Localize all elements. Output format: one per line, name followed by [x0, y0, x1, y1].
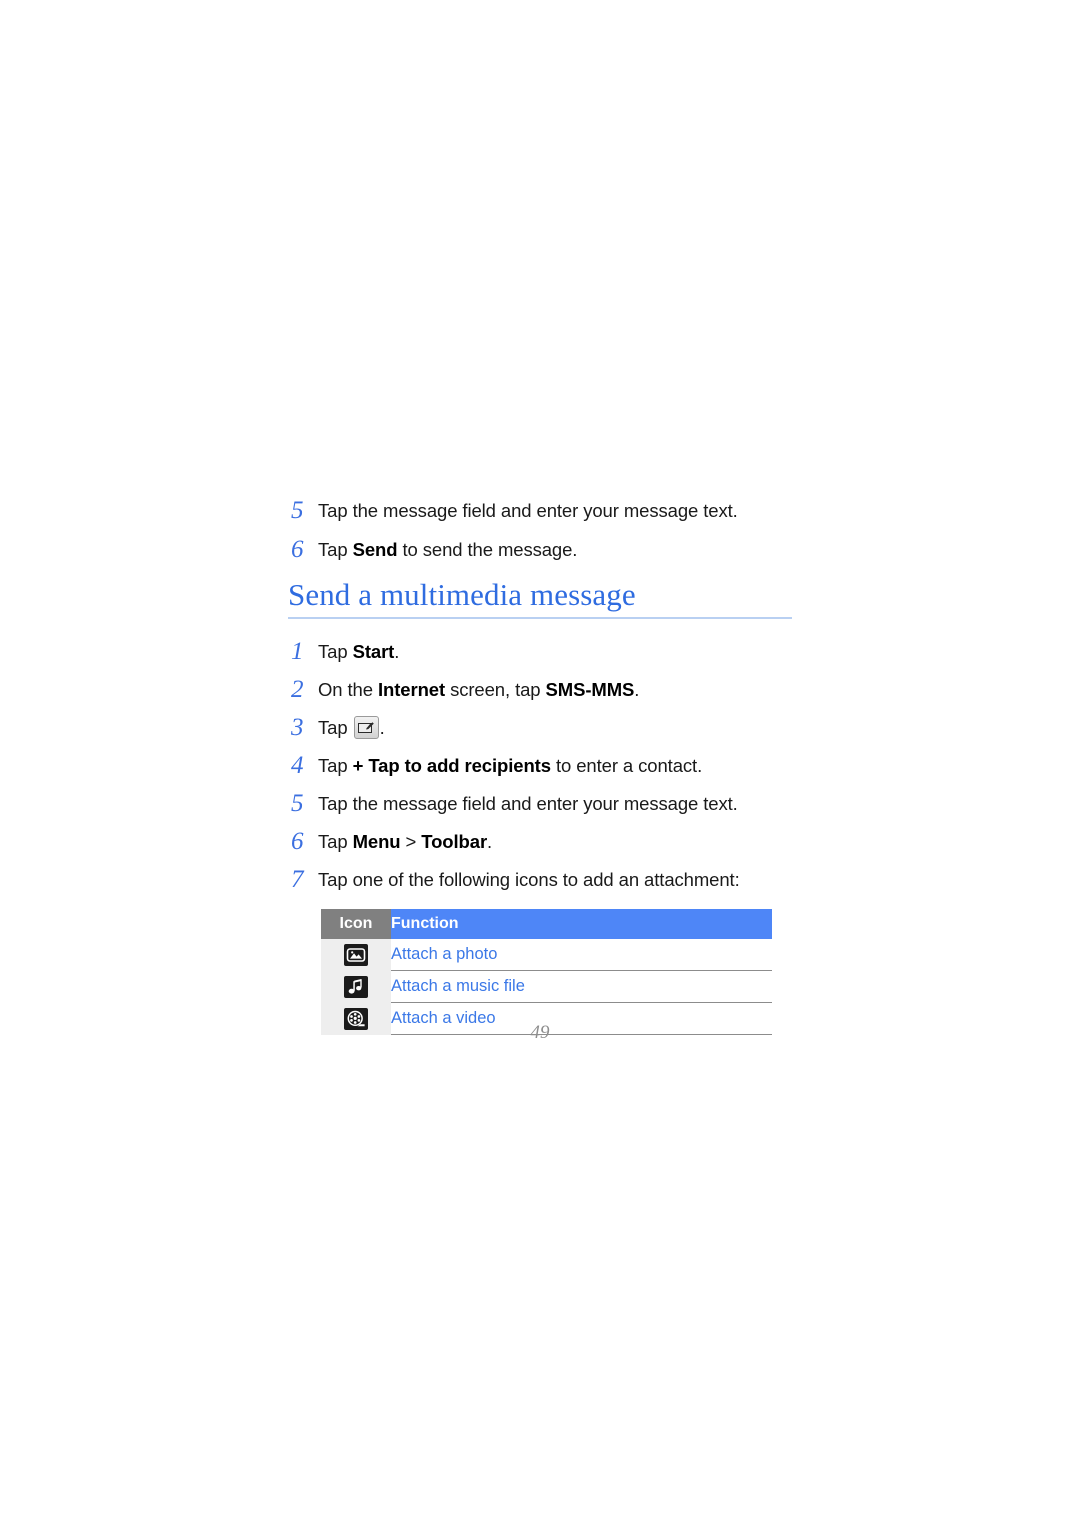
music-note-icon-badge: [344, 975, 368, 998]
step-item: 5 Tap the message field and enter your me…: [288, 791, 792, 817]
music-note-icon: [348, 978, 362, 994]
step-item: 6 Tap Menu > Toolbar.: [288, 829, 792, 855]
step-text: Tap one of the following icons to add an…: [318, 869, 740, 890]
page-number: 49: [530, 1022, 550, 1043]
page-content: 5 Tap the message field and enter your me…: [288, 498, 792, 1035]
step-number: 5: [291, 790, 304, 817]
photo-icon-badge: [344, 943, 368, 966]
column-header-function: Function: [391, 909, 772, 939]
step-number: 4: [291, 752, 304, 779]
emphasis-text: Menu: [352, 831, 401, 852]
table-header: Icon Function: [321, 909, 772, 939]
step-text: Tap Send to send the message.: [318, 539, 578, 560]
step-item: 5 Tap the message field and enter your me…: [288, 498, 792, 524]
attachment-icon-table: Icon Function Attach a photo Attach a mus…: [321, 909, 772, 1035]
step-text: Tap Menu > Toolbar.: [318, 831, 493, 852]
step-item: 1 Tap Start.: [288, 639, 792, 665]
step-number: 1: [291, 638, 304, 665]
compose-message-icon: [353, 716, 379, 739]
section-heading-block: Send a multimedia message: [288, 577, 792, 619]
step-number: 5: [291, 497, 304, 524]
document-page: 5 Tap the message field and enter your me…: [0, 0, 1080, 1527]
step-text: On the Internet screen, tap SMS-MMS.: [318, 679, 640, 700]
step-text: Tap the message field and enter your mes…: [318, 793, 738, 814]
table-row: Attach a photo: [321, 939, 772, 971]
step-text: Tap + Tap to add recipients to enter a c…: [318, 755, 703, 776]
step-item: 7 Tap one of the following icons to add a…: [288, 867, 792, 893]
step-text: Tap the message field and enter your mes…: [318, 500, 738, 521]
table-header-row: Icon Function: [321, 909, 772, 939]
table-cell-icon: [321, 939, 391, 971]
step-item: 2 On the Internet screen, tap SMS-MMS.: [288, 677, 792, 703]
step-number: 7: [291, 866, 304, 893]
pencil-glyph: [366, 721, 374, 730]
step-text: Tap .: [318, 716, 385, 739]
step-number: 2: [291, 676, 304, 703]
step-number: 6: [291, 828, 304, 855]
column-header-icon: Icon: [321, 909, 391, 939]
table-cell-function: Attach a music file: [391, 970, 772, 1003]
heading-divider: [288, 617, 792, 619]
table-cell-icon: [321, 970, 391, 1003]
step-item: 3 Tap .: [288, 715, 792, 741]
step-item: 6 Tap Send to send the message.: [288, 537, 792, 563]
emphasis-text: SMS-MMS: [545, 679, 635, 700]
emphasis-text: Toolbar: [421, 831, 488, 852]
table-cell-function: Attach a photo: [391, 939, 772, 971]
step-text: Tap Start.: [318, 641, 400, 662]
step-number: 6: [291, 536, 304, 563]
emphasis-text: Send: [352, 539, 398, 560]
top-step-list: 5 Tap the message field and enter your me…: [288, 498, 792, 563]
emphasis-text: Internet: [377, 679, 446, 700]
step-item: 4 Tap + Tap to add recipients to enter a …: [288, 753, 792, 779]
procedure-step-list: 1 Tap Start. 2 On the Internet screen, tap …: [288, 639, 792, 893]
emphasis-text: + Tap to add recipients: [352, 755, 551, 776]
step-number: 3: [291, 714, 304, 741]
table-body: Attach a photo Attach a music file Attach …: [321, 939, 772, 1035]
emphasis-text: Start: [352, 641, 395, 662]
table-row: Attach a music file: [321, 970, 772, 1003]
photo-icon: [346, 947, 366, 962]
page-title: Send a multimedia message: [288, 577, 636, 612]
